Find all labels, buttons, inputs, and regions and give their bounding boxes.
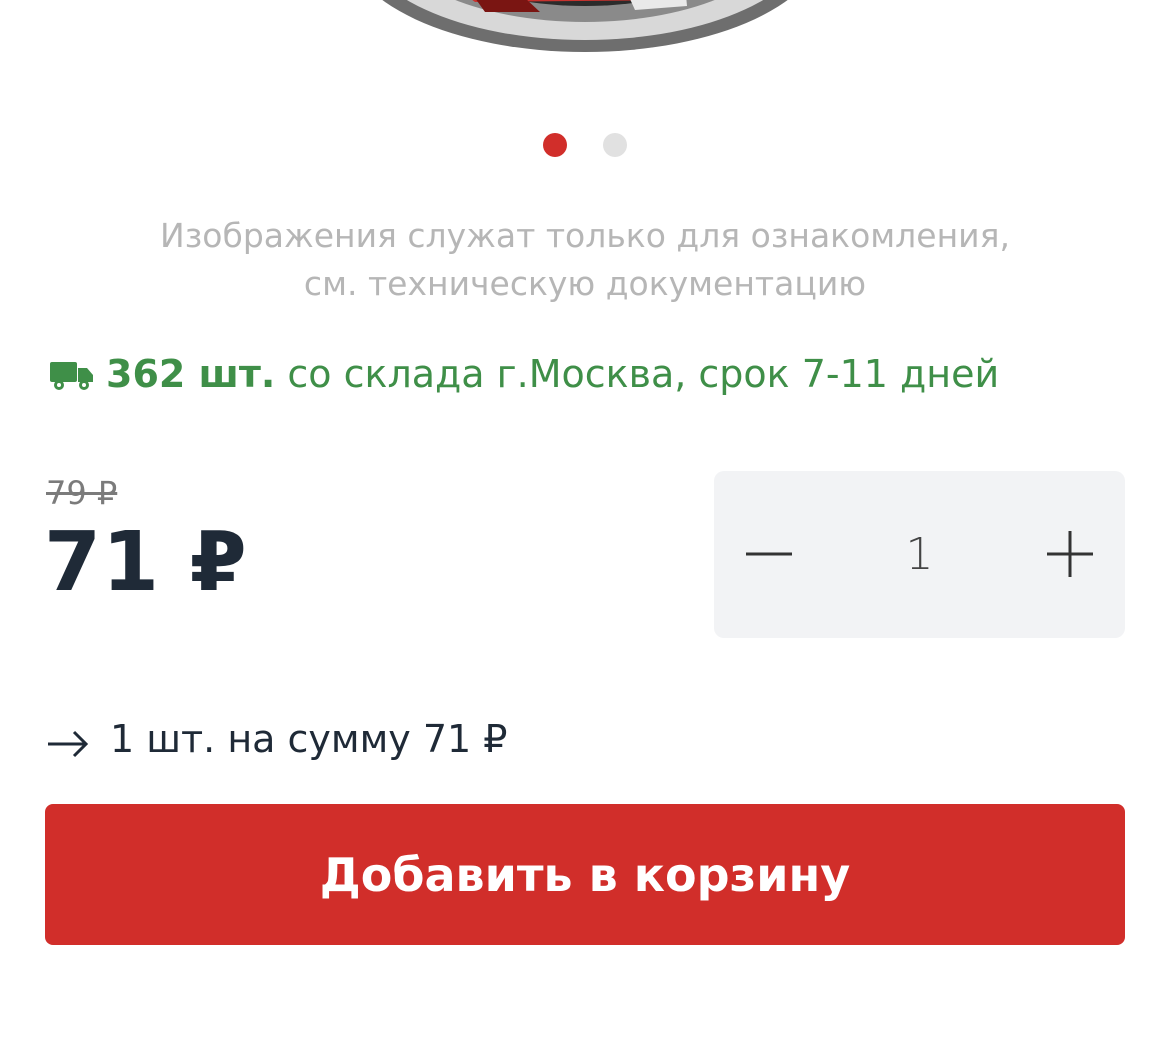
carousel-dot[interactable]: [603, 133, 627, 157]
carousel-dot-active[interactable]: [543, 133, 567, 157]
disclaimer-line-1: Изображения служат только для ознакомлен…: [160, 216, 1010, 255]
increment-button[interactable]: [1035, 519, 1105, 589]
plus-icon: [1047, 531, 1093, 577]
product-image[interactable]: [325, 0, 845, 60]
stock-quantity: 362 шт.: [106, 352, 276, 396]
quantity-stepper: 1: [714, 471, 1125, 638]
current-price: 71 ₽: [44, 515, 248, 610]
stock-availability: 362 шт. со склада г.Москва, срок 7-11 дн…: [50, 352, 999, 396]
add-to-cart-button[interactable]: Добавить в корзину: [45, 804, 1125, 945]
minus-icon: [746, 552, 792, 556]
decrement-button[interactable]: [734, 519, 804, 589]
arrow-right-icon: [46, 724, 90, 758]
disclaimer-line-2: см. техническую документацию: [303, 264, 867, 303]
truck-icon: [50, 357, 94, 391]
order-summary: 1 шт. на сумму 71 ₽: [46, 717, 507, 761]
quantity-value[interactable]: 1: [854, 529, 985, 580]
stock-location: со склада г.Москва, срок 7-11 дней: [287, 352, 1000, 396]
old-price: 79 ₽: [46, 474, 118, 512]
summary-text: 1 шт. на сумму 71 ₽: [110, 717, 508, 761]
image-disclaimer: Изображения служат только для ознакомлен…: [0, 212, 1170, 308]
carousel-dots: [0, 133, 1170, 157]
